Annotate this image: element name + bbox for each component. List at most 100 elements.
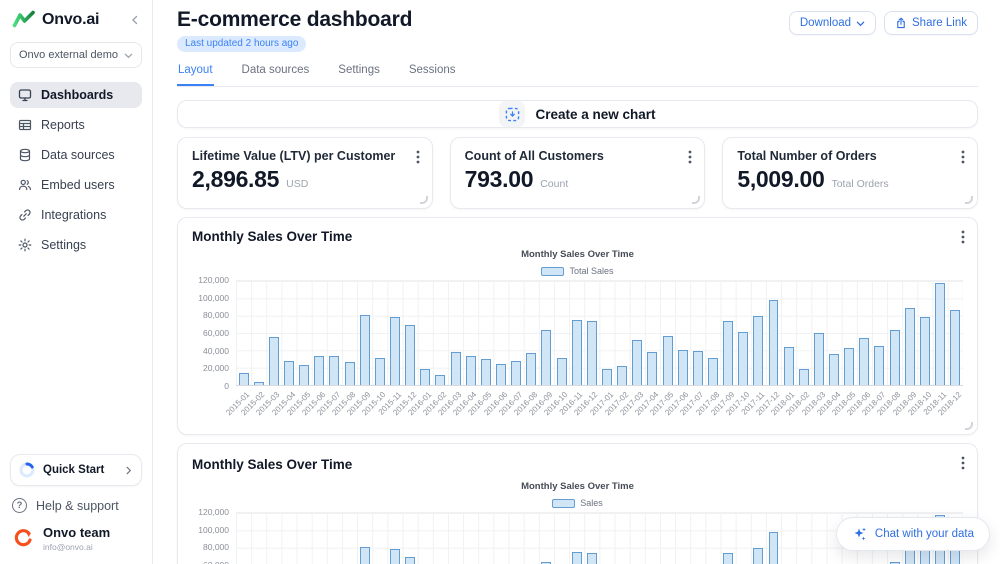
chart-legend[interactable]: Sales [192, 498, 963, 508]
bar [251, 281, 266, 385]
onvo-team-logo-icon [12, 527, 34, 549]
progress-ring-icon [19, 462, 35, 478]
last-updated-badge: Last updated 2 hours ago [177, 36, 306, 52]
kpi-card-ltv: Lifetime Value (LTV) per Customer 2,896.… [177, 137, 433, 209]
app-root: Onvo.ai Onvo external demo Dashboards [0, 0, 1000, 564]
quick-start-button[interactable]: Quick Start [10, 454, 142, 486]
y-tick-label: 60,000 [203, 328, 229, 338]
bar [645, 513, 660, 564]
share-link-button[interactable]: Share Link [884, 11, 978, 35]
bar [781, 513, 796, 564]
tab-data-sources[interactable]: Data sources [241, 61, 311, 86]
tab-sessions[interactable]: Sessions [408, 61, 457, 86]
share-link-label: Share Link [912, 17, 967, 29]
sidebar-bottom: Quick Start ? Help & support Onvo team i… [10, 454, 142, 552]
download-button[interactable]: Download [789, 11, 876, 35]
bar [493, 281, 508, 385]
chat-with-data-button[interactable]: Chat with your data [836, 517, 990, 551]
sidebar-item-data-sources[interactable]: Data sources [10, 142, 142, 168]
bar [554, 513, 569, 564]
sidebar-item-integrations[interactable]: Integrations [10, 202, 142, 228]
y-tick-label: 20,000 [203, 363, 229, 373]
new-chart-scan-icon [499, 101, 525, 127]
kpi-title: Lifetime Value (LTV) per Customer [192, 149, 418, 163]
kebab-menu-icon[interactable] [959, 148, 967, 166]
sidebar-item-settings[interactable]: Settings [10, 232, 142, 258]
bar [796, 513, 811, 564]
sidebar-item-label: Data sources [41, 148, 115, 162]
sidebar-item-label: Reports [41, 118, 85, 132]
logo-link[interactable]: Onvo.ai [10, 10, 142, 30]
chart-legend[interactable]: Total Sales [192, 266, 963, 276]
kebab-menu-icon[interactable] [686, 148, 694, 166]
chevron-down-icon [124, 51, 133, 60]
bar [418, 281, 433, 385]
sidebar-item-embed-users[interactable]: Embed users [10, 172, 142, 198]
bar [630, 513, 645, 564]
kebab-menu-icon[interactable] [414, 148, 422, 166]
bar [660, 513, 675, 564]
y-tick-label: 120,000 [198, 275, 229, 285]
y-axis: 020,00040,00060,00080,000100,000120,000 [192, 280, 236, 386]
bar [478, 281, 493, 385]
kpi-unit: Total Orders [831, 178, 888, 190]
bar [478, 513, 493, 564]
bar [599, 513, 614, 564]
create-new-chart-button[interactable]: Create a new chart [177, 100, 978, 128]
kpi-value: 2,896.85 [192, 166, 279, 193]
download-button-label: Download [800, 17, 851, 29]
page-header: E-commerce dashboard Last updated 2 hour… [177, 8, 978, 52]
resize-handle[interactable] [692, 196, 700, 204]
bar [327, 513, 342, 564]
bar [766, 281, 781, 385]
bar [615, 513, 630, 564]
sidebar-item-reports[interactable]: Reports [10, 112, 142, 138]
team-info[interactable]: Onvo team info@onvo.ai [10, 525, 142, 552]
bar [342, 513, 357, 564]
bar [569, 513, 584, 564]
bar [554, 281, 569, 385]
bar [857, 281, 872, 385]
kpi-unit: Count [540, 178, 568, 190]
y-tick-label: 80,000 [203, 542, 229, 552]
y-tick-label: 100,000 [198, 293, 229, 303]
tab-layout[interactable]: Layout [177, 61, 214, 86]
bar [599, 281, 614, 385]
create-chart-label: Create a new chart [535, 107, 655, 122]
kpi-row: Lifetime Value (LTV) per Customer 2,896.… [177, 137, 978, 209]
chart-card-title: Monthly Sales Over Time [192, 457, 963, 472]
bar [766, 513, 781, 564]
dashboard-tabs: Layout Data sources Settings Sessions [177, 61, 978, 87]
bar [948, 281, 963, 385]
resize-handle[interactable] [420, 196, 428, 204]
question-mark-icon: ? [12, 498, 27, 513]
bar [266, 281, 281, 385]
users-icon [18, 178, 32, 192]
bar [448, 281, 463, 385]
sidebar-item-dashboards[interactable]: Dashboards [10, 82, 142, 108]
bar [584, 513, 599, 564]
kebab-menu-icon[interactable] [959, 454, 967, 472]
plot-area [236, 280, 963, 386]
kpi-title: Total Number of Orders [737, 149, 963, 163]
kebab-menu-icon[interactable] [959, 228, 967, 246]
tab-settings[interactable]: Settings [337, 61, 381, 86]
resize-handle[interactable] [965, 422, 973, 430]
bar [811, 513, 826, 564]
bar [463, 513, 478, 564]
bar [584, 281, 599, 385]
bar [675, 281, 690, 385]
bar [675, 513, 690, 564]
bar [796, 281, 811, 385]
sidebar-item-label: Integrations [41, 208, 106, 222]
bar [902, 281, 917, 385]
help-support-link[interactable]: ? Help & support [10, 498, 142, 513]
sidebar-item-label: Dashboards [41, 88, 113, 102]
sidebar-item-label: Embed users [41, 178, 115, 192]
resize-handle[interactable] [965, 196, 973, 204]
legend-label: Total Sales [569, 266, 613, 276]
workspace-select[interactable]: Onvo external demo [10, 42, 142, 68]
header-actions: Download Share Link [789, 8, 978, 35]
kpi-card-customers: Count of All Customers 793.00 Count [450, 137, 706, 209]
collapse-sidebar-icon[interactable] [130, 15, 140, 25]
